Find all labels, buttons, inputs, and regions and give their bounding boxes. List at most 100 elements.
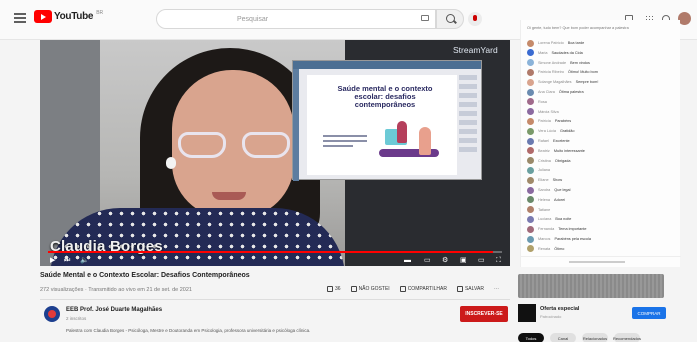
promo-banner[interactable] bbox=[518, 274, 664, 298]
chat-message: Solange Magalhães Sempre bom! bbox=[527, 77, 598, 87]
chat-author: Tatiane bbox=[538, 207, 551, 212]
video-actions: 36 NÃO GOSTEI COMPARTILHAR SALVAR ⋯ bbox=[327, 286, 499, 292]
slide-title: Saúde mental e o contexto escolar: desaf… bbox=[337, 84, 433, 109]
logo-text: YouTube bbox=[54, 11, 94, 22]
chat-avatar[interactable] bbox=[527, 49, 534, 57]
youtube-logo[interactable]: YouTube BR bbox=[34, 10, 103, 23]
mic-icon[interactable] bbox=[468, 12, 482, 26]
search-input[interactable]: Pesquisar bbox=[156, 9, 436, 29]
chat-avatar[interactable] bbox=[527, 235, 534, 243]
save-icon bbox=[456, 286, 463, 292]
video-description[interactable]: Palestra com Claudia Borges - Psicóloga,… bbox=[66, 328, 366, 334]
chat-avatar[interactable] bbox=[527, 108, 534, 116]
chat-text: Tema importante bbox=[558, 227, 587, 232]
chat-message: Ana Clara Ótima palestra bbox=[527, 87, 584, 97]
channel-name[interactable]: EEB Prof. José Duarte Magalhães bbox=[66, 307, 162, 313]
dislike-icon bbox=[350, 286, 357, 292]
chat-text: Adorei bbox=[554, 197, 566, 202]
chat-avatar[interactable] bbox=[527, 117, 534, 125]
chat-avatar[interactable] bbox=[527, 176, 534, 184]
chat-message: Renata Ótimo bbox=[527, 244, 564, 254]
progress-bar[interactable] bbox=[48, 251, 502, 253]
volume-icon[interactable]: 🔈 bbox=[80, 257, 89, 264]
more-actions-button[interactable]: ⋯ bbox=[494, 286, 499, 292]
dislike-button[interactable]: NÃO GOSTEI bbox=[350, 286, 390, 292]
keyboard-icon[interactable] bbox=[421, 15, 429, 21]
chip-recommended[interactable]: Recomendados bbox=[613, 333, 641, 342]
chat-author: Rafael bbox=[538, 139, 549, 143]
chat-text: Gratidão bbox=[559, 129, 575, 134]
chat-message: Helena Adorei bbox=[527, 195, 565, 205]
chat-avatar[interactable] bbox=[527, 127, 534, 135]
chat-text: Ótima palestra bbox=[558, 90, 584, 94]
chat-avatar[interactable] bbox=[527, 215, 534, 223]
share-button[interactable]: COMPARTILHAR bbox=[399, 286, 447, 292]
chat-text: Boa noite bbox=[555, 217, 572, 222]
chip-channel[interactable]: Canal bbox=[550, 333, 576, 342]
chat-avatar[interactable] bbox=[527, 186, 534, 194]
chat-avatar[interactable] bbox=[527, 59, 534, 67]
chat-avatar[interactable] bbox=[527, 225, 534, 233]
chat-author: Marcos bbox=[538, 237, 551, 241]
chat-author: Patrícia Ribeiro bbox=[538, 70, 564, 75]
chat-author: Fernanda bbox=[538, 227, 555, 232]
chat-avatar[interactable] bbox=[527, 137, 534, 145]
chat-avatar[interactable] bbox=[527, 245, 534, 253]
live-chat-toggle-icon[interactable]: ▬ bbox=[404, 257, 411, 264]
chat-author: Patrícia bbox=[538, 119, 551, 124]
chat-author: Juliana bbox=[538, 168, 551, 173]
chat-text: Excelente bbox=[552, 139, 570, 143]
subscriber-count: 2 inscritos bbox=[66, 316, 87, 321]
chat-text: Muito interessante bbox=[553, 148, 585, 153]
chat-text: Bem vindos bbox=[570, 60, 590, 65]
menu-icon[interactable] bbox=[14, 13, 26, 23]
chat-avatar[interactable] bbox=[527, 68, 534, 76]
chat-avatar[interactable] bbox=[527, 147, 534, 155]
chat-author: Luciana bbox=[538, 217, 552, 222]
chat-avatar[interactable] bbox=[527, 78, 534, 86]
chat-avatar[interactable] bbox=[527, 196, 534, 204]
chat-author: Lorena Patrício bbox=[538, 41, 564, 45]
chip-related[interactable]: Relacionados bbox=[582, 333, 608, 342]
next-icon[interactable]: ⏭ bbox=[64, 257, 70, 264]
chat-message: Maria Saudades da Cida bbox=[527, 48, 583, 58]
chat-author: Simone Andrade bbox=[538, 60, 567, 65]
slide-illustration bbox=[379, 121, 443, 159]
like-button[interactable]: 36 bbox=[327, 286, 341, 292]
chip-all[interactable]: Todos bbox=[518, 333, 544, 342]
search-placeholder: Pesquisar bbox=[237, 15, 269, 23]
play-logo-icon bbox=[34, 10, 52, 23]
chat-message: Beatriz Muito interessante bbox=[527, 146, 585, 156]
theater-icon[interactable]: ▭ bbox=[478, 257, 485, 264]
miniplayer-icon[interactable]: ▣ bbox=[460, 257, 467, 264]
chat-pinned-message: Oi gente, tudo bem? Que bom poder acompa… bbox=[527, 26, 629, 30]
subscribe-button[interactable]: INSCREVER-SE bbox=[460, 306, 508, 322]
filter-chips: Todos Canal Relacionados Recomendados bbox=[518, 333, 641, 342]
like-icon bbox=[327, 286, 333, 292]
chat-avatar[interactable] bbox=[527, 206, 534, 214]
share-icon bbox=[399, 286, 406, 292]
chat-message: Marcos Parabéns pela escola bbox=[527, 234, 591, 244]
ad-card[interactable]: Oferta especial Patrocinado COMPRAR bbox=[518, 304, 666, 322]
chat-avatar[interactable] bbox=[527, 166, 534, 174]
chat-avatar[interactable] bbox=[527, 98, 534, 106]
chat-author: Cristina bbox=[538, 158, 551, 163]
save-button[interactable]: SALVAR bbox=[456, 286, 484, 292]
chat-avatar[interactable] bbox=[527, 39, 534, 47]
chat-avatar[interactable] bbox=[527, 88, 534, 96]
play-icon[interactable]: ▶ bbox=[50, 257, 55, 264]
search-button[interactable] bbox=[436, 9, 464, 29]
chat-author: Maria bbox=[538, 50, 548, 55]
chat-avatar[interactable] bbox=[527, 157, 534, 165]
video-player[interactable]: Claudia Borges Saúde mental e o contexto… bbox=[40, 40, 510, 266]
fullscreen-icon[interactable]: ⛶ bbox=[496, 257, 501, 264]
chat-text: Show bbox=[552, 178, 563, 183]
chat-author: Renata bbox=[538, 246, 551, 251]
chat-message: Eliane Show bbox=[527, 175, 562, 185]
chat-message: Lorena Patrício Boa tarde bbox=[527, 38, 584, 48]
channel-avatar[interactable] bbox=[44, 306, 60, 322]
settings-icon[interactable]: ⚙ bbox=[442, 257, 448, 264]
streamyard-watermark: StreamYard bbox=[453, 45, 498, 55]
captions-icon[interactable]: ▭ bbox=[424, 257, 431, 264]
ad-cta-button[interactable]: COMPRAR bbox=[632, 307, 666, 319]
